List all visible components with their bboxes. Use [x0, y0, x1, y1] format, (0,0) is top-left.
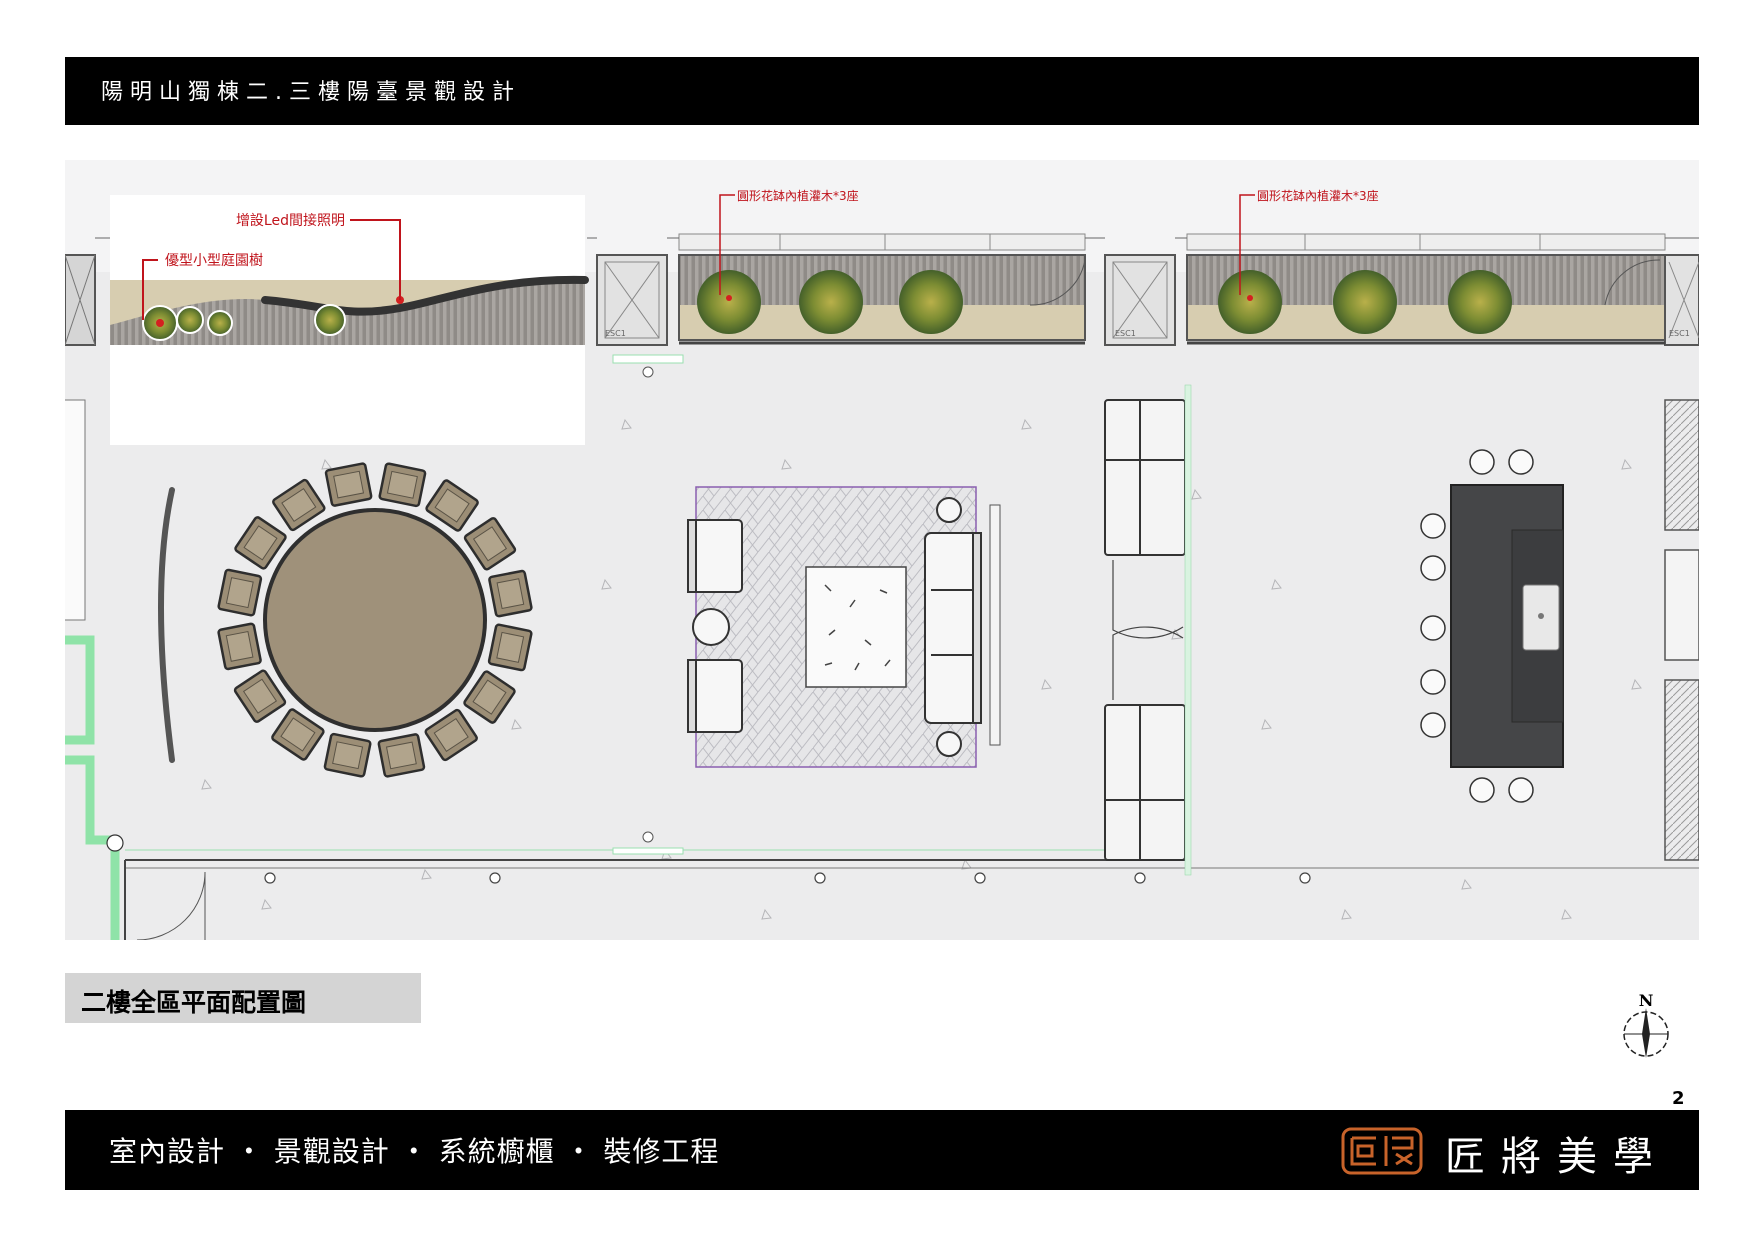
- door-box-2: ESC1: [596, 254, 668, 346]
- shrub-6: [1448, 270, 1512, 334]
- dining-chair: [377, 733, 426, 778]
- footer-services: 室內設計 ・ 景觀設計 ・ 系統櫥櫃 ・ 裝修工程: [109, 1135, 720, 1168]
- floor-plan: 增設Led間接照明 優型小型庭園樹 ESC1 ESC1 ESC1 圓形花缽內植灌…: [65, 160, 1699, 940]
- kitchen-island: [1450, 484, 1564, 768]
- dining-chair: [487, 623, 533, 672]
- door-box-1: [65, 254, 96, 346]
- dining-chair: [324, 462, 373, 507]
- shrub-5: [1333, 270, 1397, 334]
- shrub-3: [899, 270, 963, 334]
- annotation-planter-left: 圓形花缽內植灌木*3座: [737, 188, 859, 203]
- dining-chair: [378, 462, 427, 508]
- footer-brand: 匠將美學: [1445, 1134, 1669, 1180]
- brand-seal-icon: [1341, 1127, 1423, 1175]
- side-table-bottom: [936, 731, 962, 757]
- compass-label: N: [1639, 991, 1654, 1010]
- column-marker: [106, 834, 124, 852]
- side-table-round: [692, 608, 730, 646]
- door-tag: ESC1: [1115, 329, 1136, 338]
- door-box-4: ESC1: [1664, 254, 1699, 346]
- door-tag: ESC1: [1669, 329, 1690, 338]
- garden-tree-2: [176, 306, 204, 334]
- round-dining-table: [263, 508, 487, 732]
- wardrobe-lower: [1104, 704, 1186, 861]
- side-cabinet-left: [65, 399, 86, 621]
- annotation-planter-right: 圓形花缽內植灌木*3座: [1257, 188, 1379, 203]
- plan-caption: 二樓全區平面配置圖: [65, 973, 421, 1023]
- dining-chair: [217, 568, 263, 617]
- dining-chair: [217, 622, 262, 671]
- door-tag: ESC1: [605, 329, 626, 338]
- plan-caption-text: 二樓全區平面配置圖: [81, 988, 307, 1017]
- right-cabinets: [1664, 399, 1699, 861]
- garden-tree-4: [314, 304, 346, 336]
- door-box-3: ESC1: [1104, 254, 1176, 346]
- footer-bar: 室內設計 ・ 景觀設計 ・ 系統櫥櫃 ・ 裝修工程 匠將美學: [65, 1110, 1699, 1190]
- header-bar: 陽明山獨棟二.三樓陽臺景觀設計: [65, 57, 1699, 125]
- sofa: [924, 532, 982, 724]
- page-title: 陽明山獨棟二.三樓陽臺景觀設計: [101, 80, 521, 105]
- annotation-garden-tree: 優型小型庭園樹: [165, 252, 263, 269]
- shrub-1: [697, 270, 761, 334]
- shrub-4: [1218, 270, 1282, 334]
- shrub-2: [799, 270, 863, 334]
- console-table: [989, 504, 1001, 746]
- side-table-top: [936, 497, 962, 523]
- dining-chair: [488, 569, 533, 618]
- wardrobe-upper: [1104, 399, 1186, 556]
- planter-box-left: [678, 233, 1086, 345]
- garden-tree-3: [207, 310, 233, 336]
- dining-chair: [323, 732, 372, 778]
- planter-box-right: [1186, 233, 1666, 345]
- north-arrow-icon: N: [1623, 991, 1669, 1058]
- page-number: 2: [1672, 1088, 1685, 1109]
- annotation-led-lighting: 增設Led間接照明: [236, 212, 345, 229]
